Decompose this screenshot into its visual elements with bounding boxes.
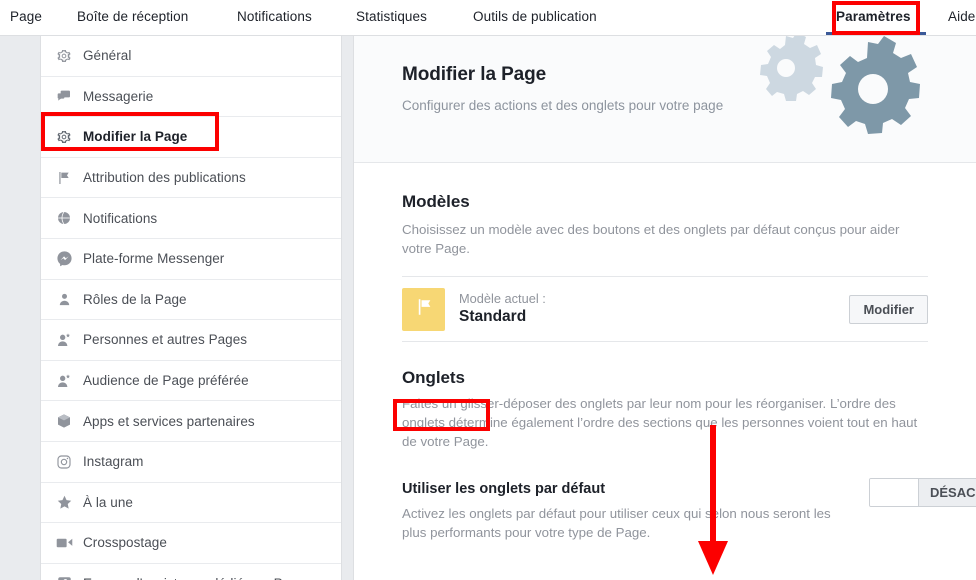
gear-icon	[55, 47, 73, 65]
current-template-label: Modèle actuel :	[459, 291, 546, 306]
toggle-state-label[interactable]: DÉSAC	[918, 479, 976, 506]
instagram-icon	[55, 453, 73, 471]
sidebar-item-page-roles[interactable]: Rôles de la Page	[41, 279, 341, 321]
tabs-description: Faites un glisser-déposer des onglets pa…	[402, 396, 918, 449]
sidebar-item-label: Modifier la Page	[83, 129, 188, 145]
current-template-row: Modèle actuel : Standard Modifier	[402, 277, 928, 341]
chat-icon	[55, 87, 73, 105]
flag-icon	[55, 169, 73, 187]
nav-item-statistics[interactable]: Statistiques	[356, 9, 427, 24]
page-title: Modifier la Page	[402, 64, 547, 85]
main-content-panel: Modifier la Page Configurer des actions …	[353, 36, 976, 580]
sidebar-item-label: Apps et services partenaires	[83, 413, 255, 429]
templates-heading: Modèles	[402, 192, 470, 211]
gears-illustration	[760, 36, 920, 134]
nav-item-help[interactable]: Aide	[948, 9, 975, 24]
tabs-section: Onglets Faites un glisser-déposer des on…	[354, 342, 976, 542]
sidebar-item-people-and-other-pages[interactable]: Personnes et autres Pages	[41, 320, 341, 361]
box-icon	[55, 412, 73, 430]
facebook-page-settings-screen: Page Boîte de réception Notifications St…	[0, 0, 976, 580]
templates-section: Modèles Choisissez un modèle avec des bo…	[354, 163, 976, 342]
sidebar-item-preferred-page-audience[interactable]: Audience de Page préférée	[41, 360, 341, 402]
top-navigation-bar: Page Boîte de réception Notifications St…	[0, 0, 976, 36]
nav-item-settings[interactable]: Paramètres	[836, 9, 911, 24]
sidebar-item-label: Espace d’assistance dédié aux Pages	[83, 576, 312, 580]
sidebar-item-messenger-platform[interactable]: Plate-forme Messenger	[41, 238, 341, 280]
sidebar-item-pages-support-inbox[interactable]: Espace d’assistance dédié aux Pages	[41, 563, 341, 580]
default-tabs-option-row: Utiliser les onglets par défaut Activez …	[402, 478, 976, 542]
video-icon	[55, 534, 73, 552]
sidebar-item-label: Notifications	[83, 210, 158, 226]
sidebar-item-label: Instagram	[83, 454, 144, 470]
page-subtitle: Configurer des actions et des onglets po…	[402, 98, 724, 113]
person-icon	[55, 290, 73, 308]
current-template-name: Standard	[459, 308, 527, 325]
sidebar-item-messaging[interactable]: Messagerie	[41, 76, 341, 118]
toggle-off-side[interactable]	[870, 479, 918, 506]
default-tabs-option-text: Utiliser les onglets par défaut Activez …	[402, 481, 832, 542]
default-tabs-toggle[interactable]: DÉSAC	[869, 478, 976, 507]
template-info: Modèle actuel : Standard	[459, 291, 849, 327]
sidebar-item-general[interactable]: Général	[41, 36, 341, 77]
active-tab-underline	[826, 32, 926, 35]
page-header: Modifier la Page Configurer des actions …	[354, 36, 976, 163]
sidebar-item-notifications[interactable]: Notifications	[41, 198, 341, 239]
sidebar-item-instagram[interactable]: Instagram	[41, 441, 341, 483]
sidebar-item-label: À la une	[83, 494, 133, 510]
sidebar-item-label: Plate-forme Messenger	[83, 251, 225, 267]
sidebar-item-label: Audience de Page préférée	[83, 373, 249, 389]
sidebar-item-post-attribution[interactable]: Attribution des publications	[41, 157, 341, 199]
sidebar-item-label: Messagerie	[83, 88, 154, 104]
sidebar-item-label: Attribution des publications	[83, 170, 246, 186]
gear-icon	[55, 128, 73, 146]
person-star-icon	[55, 331, 73, 349]
facebook-icon	[55, 575, 73, 580]
messenger-icon	[55, 250, 73, 268]
sidebar-item-label: Crosspostage	[83, 535, 167, 551]
default-tabs-option-description: Activez les onglets par défaut pour util…	[402, 506, 831, 540]
flag-icon	[413, 296, 435, 323]
tabs-heading: Onglets	[402, 368, 465, 387]
sidebar-item-apps-and-partner-services[interactable]: Apps et services partenaires	[41, 401, 341, 442]
nav-item-inbox[interactable]: Boîte de réception	[77, 9, 188, 24]
sidebar-item-crossposting[interactable]: Crosspostage	[41, 523, 341, 564]
sidebar-item-modifier-la-page[interactable]: Modifier la Page	[41, 117, 341, 158]
settings-sidebar: Général Messagerie Modifier la Page Attr…	[40, 36, 342, 580]
template-thumbnail	[402, 287, 445, 331]
star-icon	[55, 493, 73, 511]
nav-item-page[interactable]: Page	[10, 9, 42, 24]
edit-template-button[interactable]: Modifier	[849, 294, 928, 324]
sidebar-item-label: Personnes et autres Pages	[83, 332, 248, 348]
sidebar-item-label: Rôles de la Page	[83, 291, 187, 307]
templates-description: Choisissez un modèle avec des boutons et…	[402, 222, 900, 256]
sidebar-item-featured[interactable]: À la une	[41, 482, 341, 524]
person-star-icon	[55, 372, 73, 390]
nav-item-publishing-tools[interactable]: Outils de publication	[473, 9, 597, 24]
sidebar-item-label: Général	[83, 48, 132, 64]
default-tabs-option-title: Utiliser les onglets par défaut	[402, 481, 606, 497]
nav-item-notifications[interactable]: Notifications	[237, 9, 312, 24]
globe-icon	[55, 209, 73, 227]
